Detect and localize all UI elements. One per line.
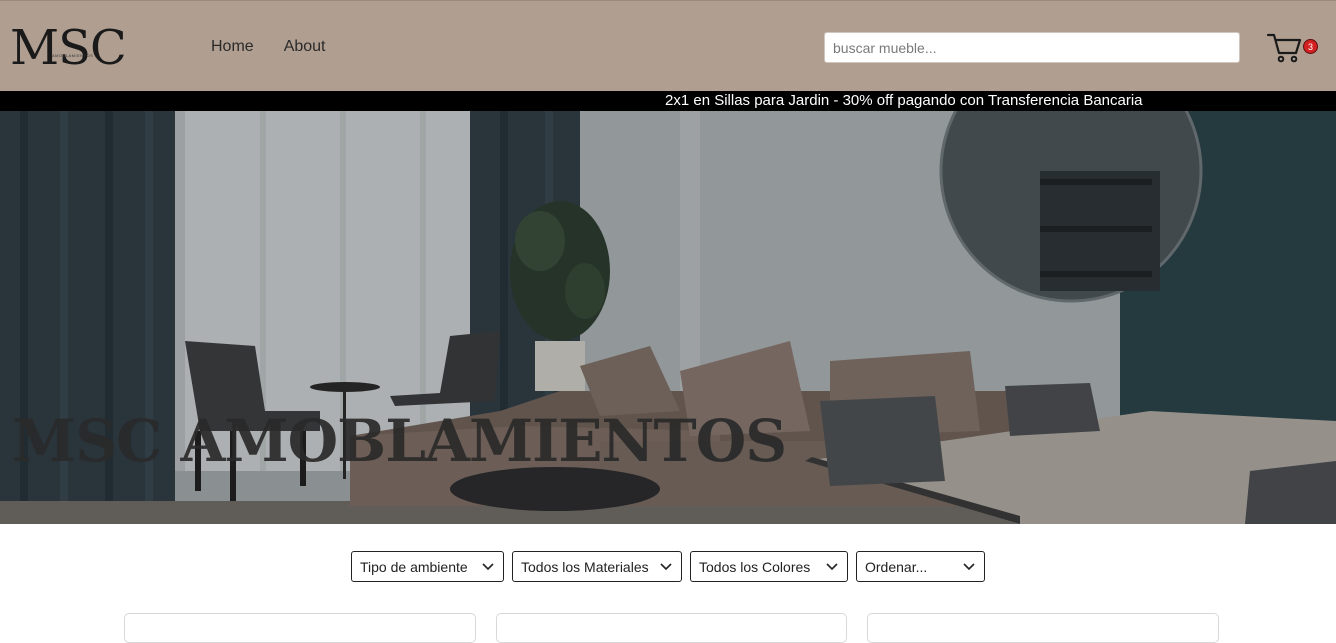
room-type-label: Tipo de ambiente (360, 558, 468, 575)
sort-select[interactable]: Ordenar... (856, 551, 985, 582)
cart-count-badge: 3 (1303, 39, 1318, 54)
colors-label: Todos los Colores (699, 558, 811, 575)
chevron-down-icon (482, 562, 494, 570)
filter-bar: Tipo de ambiente Todos los Materiales To… (351, 551, 985, 582)
nav-home-link[interactable]: Home (211, 38, 254, 56)
chevron-down-icon (660, 562, 672, 570)
search-input[interactable] (824, 32, 1240, 63)
promo-text: 2x1 en Sillas para Jardin - 30% off paga… (665, 92, 1143, 109)
product-card[interactable] (867, 613, 1219, 643)
product-card[interactable] (124, 613, 476, 643)
materials-select[interactable]: Todos los Materiales (512, 551, 682, 582)
room-type-select[interactable]: Tipo de ambiente (351, 551, 504, 582)
cart-icon[interactable] (1266, 31, 1306, 63)
hero-title: MSC AMOBLAMIENTOS (12, 407, 787, 475)
logo-subtitle: AMOBLAMIENTOS (52, 53, 94, 58)
colors-select[interactable]: Todos los Colores (690, 551, 848, 582)
main-nav: Home About (211, 38, 326, 56)
product-card[interactable] (496, 613, 847, 643)
sort-label: Ordenar... (865, 558, 928, 575)
site-header: MSC AMOBLAMIENTOS Home About 3 (0, 0, 1336, 91)
site-logo[interactable]: MSC (10, 23, 127, 73)
nav-about-link[interactable]: About (284, 38, 326, 56)
hero-banner: MSC AMOBLAMIENTOS (0, 111, 1336, 524)
materials-label: Todos los Materiales (521, 558, 649, 575)
promo-bar: 2x1 en Sillas para Jardin - 30% off paga… (0, 91, 1336, 111)
chevron-down-icon (826, 562, 838, 570)
chevron-down-icon (963, 562, 975, 570)
